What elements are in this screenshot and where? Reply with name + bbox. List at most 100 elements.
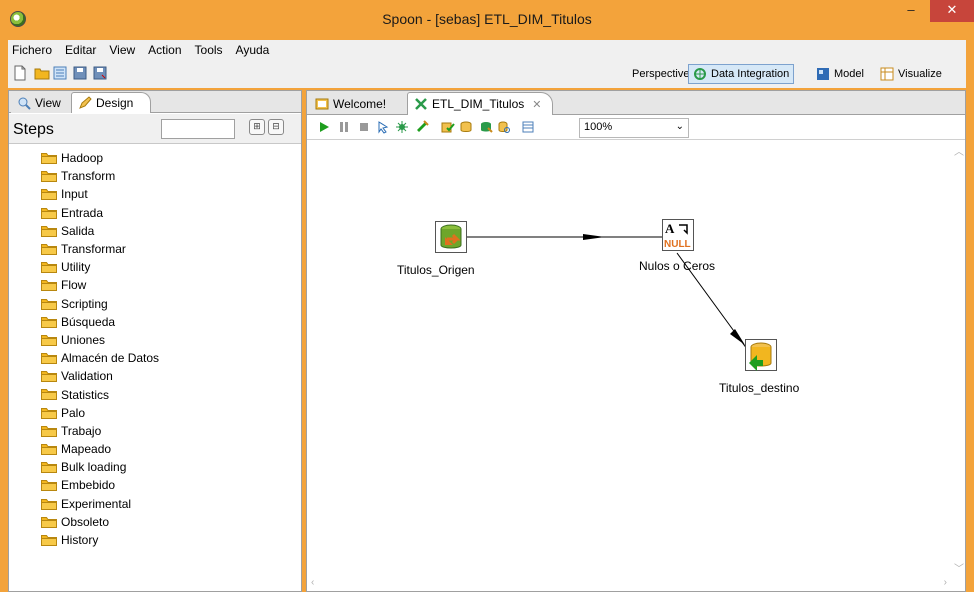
step-category-item[interactable]: Transformar [9, 240, 301, 258]
menu-tools[interactable]: Tools [195, 43, 223, 57]
folder-icon [41, 189, 57, 201]
step-category-item[interactable]: Input [9, 185, 301, 203]
step-category-item[interactable]: Palo [9, 404, 301, 422]
horizontal-scrollbar[interactable]: ‹ › [307, 577, 951, 591]
folder-icon [41, 516, 57, 528]
step-category-label: Almacén de Datos [61, 351, 160, 366]
left-panel-tabs: View Design [9, 91, 301, 113]
view-icon [18, 97, 31, 110]
vertical-scrollbar[interactable]: ︿ ﹀ [951, 141, 965, 577]
step-category-label: Utility [61, 260, 91, 275]
collapse-all-button[interactable]: ⊟ [268, 119, 284, 135]
preview-icon[interactable] [377, 120, 391, 134]
folder-icon [41, 407, 57, 419]
folder-icon [41, 480, 57, 492]
step-category-label: Salida [61, 223, 95, 238]
verify-icon[interactable] [441, 120, 455, 134]
tab-etl-dim-titulos[interactable]: ETL_DIM_Titulos ✕ [407, 92, 553, 115]
table-input-icon[interactable] [435, 221, 467, 253]
steps-search-input[interactable] [161, 119, 235, 139]
step-category-label: Palo [61, 405, 86, 420]
step-category-item[interactable]: Uniones [9, 331, 301, 349]
folder-icon [41, 389, 57, 401]
zoom-select[interactable]: 100% ⌄ [579, 118, 689, 138]
explore-db-icon[interactable] [497, 120, 511, 134]
pause-icon[interactable] [337, 120, 351, 134]
menu-editar[interactable]: Editar [65, 43, 96, 57]
save-as-icon[interactable] [92, 65, 108, 81]
tab-etl-label: ETL_DIM_Titulos [432, 97, 525, 111]
step-category-item[interactable]: Entrada [9, 204, 301, 222]
step-category-item[interactable]: Obsoleto [9, 513, 301, 531]
editor-panel: Welcome! ETL_DIM_Titulos ✕ 100% ⌄ Titulo… [306, 90, 966, 592]
step-category-item[interactable]: Utility [9, 258, 301, 276]
step-category-item[interactable]: Trabajo [9, 422, 301, 440]
save-icon[interactable] [72, 65, 88, 81]
visualize-icon [880, 67, 894, 81]
step-category-item[interactable]: Experimental [9, 495, 301, 513]
folder-icon [41, 371, 57, 383]
step-category-label: Uniones [61, 332, 106, 347]
close-button[interactable]: ✕ [930, 0, 974, 22]
run-icon[interactable] [317, 120, 331, 134]
stop-icon[interactable] [357, 120, 371, 134]
debug-icon[interactable] [395, 120, 409, 134]
step-category-item[interactable]: Hadoop [9, 149, 301, 167]
replay-icon[interactable] [415, 120, 429, 134]
step-category-item[interactable]: Scripting [9, 295, 301, 313]
welcome-icon [315, 98, 329, 109]
scroll-right-icon[interactable]: › [944, 577, 947, 588]
step-category-item[interactable]: Validation [9, 367, 301, 385]
step-category-item[interactable]: Embebido [9, 476, 301, 494]
null-if-icon[interactable]: A NULL [662, 219, 694, 251]
step-category-item[interactable]: Salida [9, 222, 301, 240]
step-category-item[interactable]: History [9, 531, 301, 549]
step-category-label: Bulk loading [61, 460, 127, 475]
folder-icon [41, 280, 57, 292]
step-category-label: Statistics [61, 387, 110, 402]
perspective-visualize[interactable]: Visualize [876, 64, 946, 84]
folder-icon [41, 334, 57, 346]
menu-ayuda[interactable]: Ayuda [236, 43, 270, 57]
perspective-model[interactable]: Model [812, 64, 868, 84]
tab-design[interactable]: Design [71, 92, 151, 113]
impact-icon[interactable] [459, 120, 473, 134]
step-category-item[interactable]: Flow [9, 276, 301, 294]
show-results-icon[interactable] [521, 120, 535, 134]
table-output-icon[interactable] [745, 339, 777, 371]
close-tab-icon[interactable]: ✕ [532, 98, 541, 111]
perspective-model-label: Model [834, 68, 864, 80]
perspective-data-integration[interactable]: Data Integration [688, 64, 795, 84]
step-category-label: Validation [61, 369, 113, 384]
step-category-item[interactable]: Transform [9, 167, 301, 185]
step-category-label: Scripting [61, 296, 108, 311]
minimize-button[interactable]: ‒ [898, 0, 924, 22]
new-file-icon[interactable] [12, 65, 28, 81]
step-category-item[interactable]: Almacén de Datos [9, 349, 301, 367]
folder-icon [41, 425, 57, 437]
open-folder-icon[interactable] [34, 65, 50, 81]
scroll-left-icon[interactable]: ‹ [311, 577, 314, 588]
scroll-up-icon[interactable]: ︿ [954, 143, 964, 158]
step-label-titulos-origen: Titulos_Origen [397, 263, 475, 277]
step-category-item[interactable]: Búsqueda [9, 313, 301, 331]
hop-arrow-2 [730, 329, 745, 345]
step-category-item[interactable]: Statistics [9, 385, 301, 403]
menu-fichero[interactable]: Fichero [12, 43, 52, 57]
expand-all-button[interactable]: ⊞ [249, 119, 265, 135]
menu-view[interactable]: View [109, 43, 135, 57]
step-category-label: Embebido [61, 478, 116, 493]
tab-welcome[interactable]: Welcome! [309, 92, 405, 115]
window-title: Spoon - [sebas] ETL_DIM_Titulos [382, 11, 592, 27]
step-category-item[interactable]: Bulk loading [9, 458, 301, 476]
explore-repository-icon[interactable] [52, 65, 68, 81]
tab-view[interactable]: View [11, 92, 71, 113]
sql-icon[interactable] [479, 120, 493, 134]
scroll-down-icon[interactable]: ﹀ [954, 560, 964, 575]
step-category-item[interactable]: Mapeado [9, 440, 301, 458]
step-category-label: Entrada [61, 205, 104, 220]
menu-action[interactable]: Action [148, 43, 181, 57]
transformation-canvas[interactable]: Titulos_Origen A NULL Nulos o Ceros Titu… [307, 141, 965, 591]
model-icon [817, 68, 829, 80]
folder-icon [41, 353, 57, 365]
